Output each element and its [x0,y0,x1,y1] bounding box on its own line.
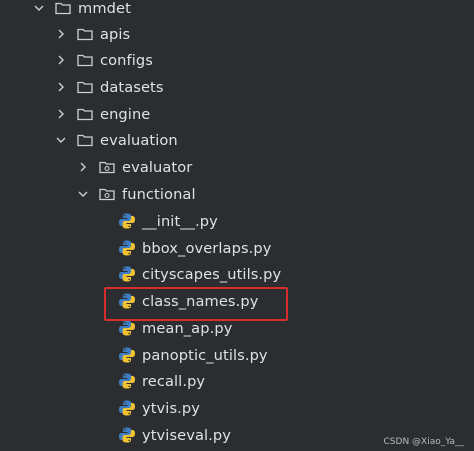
chevron-right-icon[interactable] [76,160,90,174]
tree-item-configs[interactable]: configs [0,47,474,73]
python-file-icon [118,399,136,417]
python-file-icon [118,212,136,230]
chevron-right-icon[interactable] [54,53,68,67]
package-folder-icon [98,158,116,176]
python-file-icon [118,239,136,257]
tree-item-label: ytvis.py [142,399,200,417]
package-folder-icon [98,185,116,203]
tree-item-engine[interactable]: engine [0,101,474,127]
tree-item-evaluation[interactable]: evaluation [0,127,474,153]
tree-item-label: mean_ap.py [142,319,233,337]
highlight-box [104,287,288,321]
chevron-down-icon[interactable] [32,1,46,15]
tree-item-label: panoptic_utils.py [142,346,268,364]
tree-item-datasets[interactable]: datasets [0,74,474,100]
tree-item-label: apis [100,25,131,43]
tree-item-file[interactable]: recall.py [0,368,474,394]
tree-item-evaluator[interactable]: evaluator [0,154,474,180]
folder-icon [76,25,94,43]
tree-item-file[interactable]: ytvis.py [0,395,474,421]
project-file-tree: mmdet apis configs datasets engine evalu… [0,0,474,451]
folder-icon [76,78,94,96]
tree-item-file[interactable]: cityscapes_utils.py [0,261,474,287]
tree-item-file[interactable]: __init__.py [0,208,474,234]
tree-item-label: ytviseval.py [142,426,232,444]
tree-item-label: evaluation [100,131,178,149]
chevron-down-icon[interactable] [54,133,68,147]
tree-item-file[interactable]: bbox_overlaps.py [0,235,474,261]
tree-item-label: recall.py [142,372,206,390]
tree-item-label: configs [100,51,153,69]
tree-item-label: bbox_overlaps.py [142,239,272,257]
python-file-icon [118,372,136,390]
tree-item-apis[interactable]: apis [0,21,474,47]
tree-item-label: __init__.py [142,212,218,230]
chevron-right-icon[interactable] [54,80,68,94]
tree-item-label: engine [100,105,151,123]
tree-item-mmdet[interactable]: mmdet [0,0,474,21]
tree-item-label: mmdet [78,0,131,17]
python-file-icon [118,426,136,444]
chevron-right-icon[interactable] [54,27,68,41]
folder-icon [76,131,94,149]
tree-item-file[interactable]: panoptic_utils.py [0,342,474,368]
chevron-right-icon[interactable] [54,107,68,121]
chevron-down-icon[interactable] [76,187,90,201]
tree-item-functional[interactable]: functional [0,181,474,207]
folder-icon [76,51,94,69]
tree-item-label: datasets [100,78,164,96]
python-file-icon [118,319,136,337]
folder-icon [76,105,94,123]
python-file-icon [118,265,136,283]
python-file-icon [118,346,136,364]
tree-item-label: cityscapes_utils.py [142,265,282,283]
tree-item-label: evaluator [122,158,193,176]
tree-item-label: functional [122,185,196,203]
folder-icon [54,0,72,17]
watermark: CSDN @Xiao_Ya__ [383,437,464,447]
